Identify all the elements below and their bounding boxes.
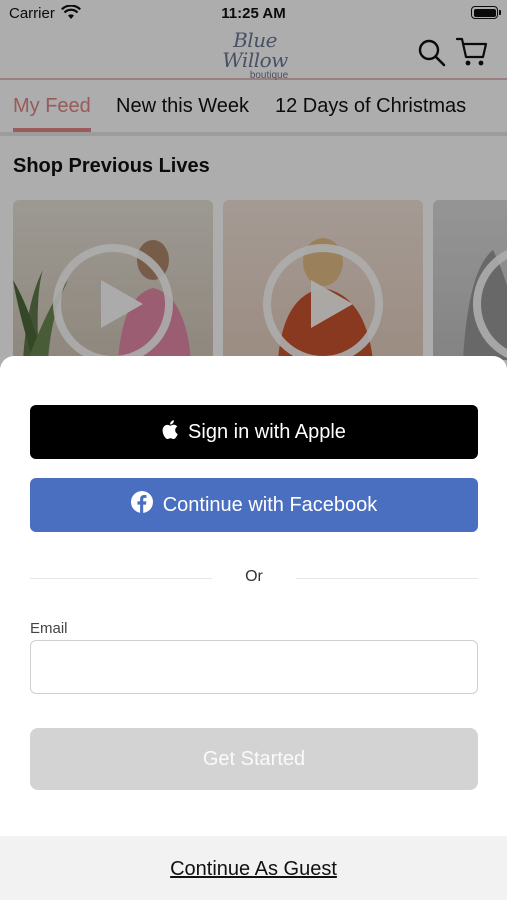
get-started-button[interactable]: Get Started — [30, 728, 478, 790]
login-sheet: Sign in with Apple Continue with Faceboo… — [0, 356, 507, 900]
continue-with-facebook-button[interactable]: Continue with Facebook — [30, 478, 478, 532]
apple-icon — [162, 419, 178, 445]
continue-as-guest-link[interactable]: Continue As Guest — [0, 858, 507, 881]
sign-in-with-apple-button[interactable]: Sign in with Apple — [30, 405, 478, 459]
divider — [296, 578, 478, 579]
facebook-button-label: Continue with Facebook — [162, 493, 378, 516]
or-separator: Or — [245, 568, 263, 585]
email-label: Email — [30, 620, 68, 637]
facebook-icon — [130, 491, 153, 519]
apple-button-label: Sign in with Apple — [188, 420, 346, 443]
guest-bar: Continue As Guest — [0, 836, 507, 900]
divider — [30, 578, 212, 579]
email-field[interactable] — [30, 640, 478, 694]
